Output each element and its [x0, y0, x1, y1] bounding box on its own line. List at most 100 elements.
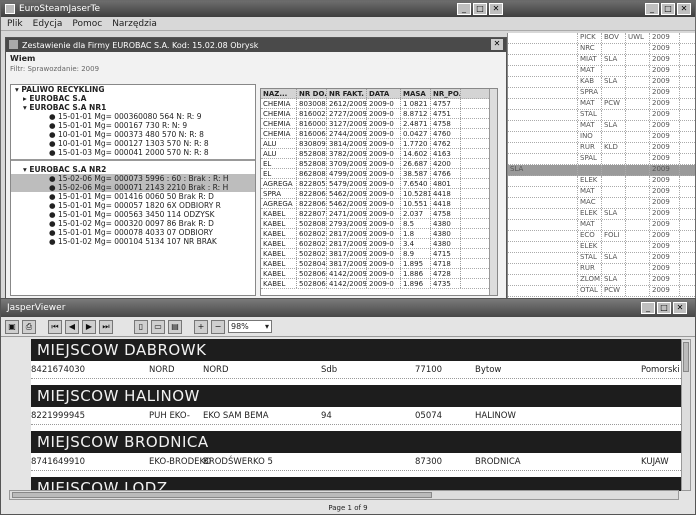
- table-row[interactable]: AGREGA 822806 5462/2009 2009-0 10.551 4418: [261, 199, 497, 209]
- column-header[interactable]: NR_PO...: [431, 89, 461, 98]
- table-cell: 822806: [299, 199, 327, 208]
- column-header[interactable]: MASA: [401, 89, 431, 98]
- table-row[interactable]: ALU 830809 3814/2009 2009-0 1.7720 4762: [261, 139, 497, 149]
- table-cell: 4380: [431, 219, 461, 228]
- table-row[interactable]: CHEMIA 816000 3127/2009 2009-0 2.4871 4758: [261, 119, 497, 129]
- table-cell: EL: [261, 169, 297, 178]
- fit-page-icon[interactable]: ▭: [151, 319, 165, 334]
- close-icon[interactable]: ✕: [673, 302, 687, 314]
- scroll-thumb[interactable]: [12, 492, 432, 498]
- table-cell: 2471/2009: [329, 209, 367, 218]
- last-page-icon[interactable]: ⏭: [99, 319, 113, 334]
- menu-pomoc[interactable]: Pomoc: [72, 19, 102, 29]
- table-row[interactable]: CHEMIA 816006 2744/2009 2009-0 0.0427 4760: [261, 129, 497, 139]
- first-page-icon[interactable]: ⏮: [48, 319, 62, 334]
- table-row[interactable]: KABEL 502802 3817/2009 2009-0 8.9 4715: [261, 249, 497, 259]
- table-cell: 602802: [299, 239, 327, 248]
- tree-leaf[interactable]: 15-01-01 Mg= 000167 730 R: N: 9: [11, 121, 255, 130]
- menu-edycja[interactable]: Edycja: [33, 19, 63, 29]
- previous-page-icon[interactable]: ◀: [65, 319, 79, 334]
- zoom-select[interactable]: 98%: [228, 320, 272, 333]
- maximize-icon[interactable]: □: [657, 302, 671, 314]
- grid-cell: [602, 154, 626, 164]
- detail-name2: NORD: [203, 365, 229, 375]
- table-row[interactable]: AGREGA 822805 5479/2009 2009-0 7.6540 4801: [261, 179, 497, 189]
- viewer-titlebar[interactable]: JasperViewer: [1, 299, 695, 317]
- table-cell: 822805: [299, 179, 327, 188]
- tree-leaf[interactable]: 15-02-06 Mg= 000071 2143 2210 Brak : R: …: [11, 183, 255, 192]
- vertical-scrollbar[interactable]: [489, 89, 497, 295]
- table-row[interactable]: KABEL 602802 2817/2009 2009-0 1.8 4380: [261, 229, 497, 239]
- print-icon[interactable]: ⎙: [22, 319, 36, 334]
- minimize-icon[interactable]: _: [641, 302, 655, 314]
- tree-leaf[interactable]: 15-01-01 Mg= 000078 4033 07 ODBIORY: [11, 228, 255, 237]
- main-titlebar[interactable]: EuroSteamJaserTe: [1, 1, 695, 17]
- tree-leaf[interactable]: 15-02-06 Mg= 000073 5996 : 60 : Brak : R…: [11, 174, 255, 183]
- table-cell: AGREGA: [261, 199, 297, 208]
- table-row[interactable]: SPRA 822806 5462/2009 2009-0 10.5281 4418: [261, 189, 497, 199]
- horizontal-scrollbar[interactable]: [9, 490, 679, 500]
- grid-cell: PCW: [602, 286, 626, 296]
- tree-leaf[interactable]: 15-01-02 Mg= 000320 0097 86 Brak R: D: [11, 219, 255, 228]
- column-header[interactable]: NR FAKT.: [327, 89, 367, 98]
- table-row[interactable]: KABEL 502804 3817/2009 2009-0 1.895 4718: [261, 259, 497, 269]
- grid-cell: [626, 110, 650, 120]
- tree-node-company[interactable]: ▸ EUROBAC S.A: [11, 94, 255, 103]
- zoom-in-icon[interactable]: +: [194, 319, 208, 334]
- table-row[interactable]: EL 852808 3709/2009 2009-0 26.687 4200: [261, 159, 497, 169]
- close-icon[interactable]: ✕: [489, 3, 503, 15]
- table-row[interactable]: KABEL 502808 2793/2009 2009-0 8.5 4380: [261, 219, 497, 229]
- table-row[interactable]: KABEL 502806 4142/2009 2009-0 1.896 4735: [261, 279, 497, 289]
- column-header[interactable]: DATA: [367, 89, 401, 98]
- table-row[interactable]: KABEL 602802 2817/2009 2009-0 3.4 4380: [261, 239, 497, 249]
- table-cell: 502806: [299, 269, 327, 278]
- grid-row: MAT SLA 2009: [508, 121, 695, 132]
- tree-leaf[interactable]: 15-01-01 Mg= 000563 3450 114 ODZYSK: [11, 210, 255, 219]
- save-icon[interactable]: ▣: [5, 319, 19, 334]
- table-cell: 2009-0: [367, 259, 401, 268]
- menu-plik[interactable]: Plik: [7, 19, 23, 29]
- tree-node-company[interactable]: ▾ EUROBAC S.A NR2: [11, 165, 255, 174]
- table-cell: 816000: [299, 119, 327, 128]
- maximize-icon[interactable]: □: [473, 3, 487, 15]
- minimize-icon[interactable]: _: [457, 3, 471, 15]
- orders-table[interactable]: NAZ...NR DO...NR FAKT.DATAMASANR_PO... C…: [260, 88, 498, 296]
- tree-leaf[interactable]: 15-01-01 Mg= 000360080 564 N: R: 9: [11, 112, 255, 121]
- fit-width-icon[interactable]: ▤: [168, 319, 182, 334]
- next-page-icon[interactable]: ▶: [82, 319, 96, 334]
- table-row[interactable]: CHEMIA 816002 2727/2009 2009-0 8.8712 4751: [261, 109, 497, 119]
- tree-node-root[interactable]: ▾ PALIWO RECYKLING: [11, 85, 255, 94]
- table-cell: KABEL: [261, 229, 297, 238]
- close-icon[interactable]: ✕: [491, 39, 503, 50]
- vertical-scrollbar[interactable]: [681, 339, 691, 491]
- company-tree[interactable]: ▾ PALIWO RECYKLING ▸ EUROBAC S.A ▾ EUROB…: [10, 84, 256, 296]
- table-cell: 3814/2009: [329, 139, 367, 148]
- actual-size-icon[interactable]: ▯: [134, 319, 148, 334]
- table-row[interactable]: ALU 852808 3782/2009 2009-0 14.602 4163: [261, 149, 497, 159]
- tree-leaf[interactable]: 15-01-01 Mg= 001416 0060 50 Brak R: D: [11, 192, 255, 201]
- tree-leaf[interactable]: 15-01-01 Mg= 000057 1820 6X ODBIORY R: [11, 201, 255, 210]
- table-cell: 10.551: [401, 199, 431, 208]
- minimize-icon[interactable]: _: [645, 3, 659, 15]
- grid-row: MAT PCW 2009: [508, 99, 695, 110]
- tree-leaf[interactable]: 15-01-03 Mg= 000041 2000 570 N: R: 8: [11, 148, 255, 157]
- tree-leaf[interactable]: 10-01-01 Mg= 000373 480 570 N: R: 8: [11, 130, 255, 139]
- zoom-out-icon[interactable]: −: [211, 319, 225, 334]
- table-row[interactable]: KABEL 822807 2471/2009 2009-0 2.037 4758: [261, 209, 497, 219]
- grid-cell: [578, 165, 602, 175]
- close-icon[interactable]: ✕: [677, 3, 691, 15]
- grid-cell: 2009: [650, 121, 680, 131]
- column-header[interactable]: NAZ...: [261, 89, 297, 98]
- table-row[interactable]: CHEMIA 803008 2612/2009 2009-0 1 0821 4757: [261, 99, 497, 109]
- table-cell: KABEL: [261, 249, 297, 258]
- table-row[interactable]: KABEL 502806 4142/2009 2009-0 1.886 4728: [261, 269, 497, 279]
- column-header[interactable]: NR DO...: [297, 89, 327, 98]
- tree-node-company[interactable]: ▾ EUROBAC S.A NR1: [11, 103, 255, 112]
- tree-leaf[interactable]: 10-01-01 Mg= 000127 1303 570 N: R: 8: [11, 139, 255, 148]
- scroll-thumb[interactable]: [683, 342, 689, 372]
- table-row[interactable]: EL 862808 4799/2009 2009-0 38.587 4766: [261, 169, 497, 179]
- dialog-titlebar[interactable]: Zestawienie dla Firmy EUROBAC S.A. Kod: …: [6, 38, 506, 52]
- tree-leaf[interactable]: 15-01-02 Mg= 000104 5134 107 NR BRAK: [11, 237, 255, 246]
- menu-narzedzia[interactable]: Narzędzia: [112, 19, 157, 29]
- maximize-icon[interactable]: □: [661, 3, 675, 15]
